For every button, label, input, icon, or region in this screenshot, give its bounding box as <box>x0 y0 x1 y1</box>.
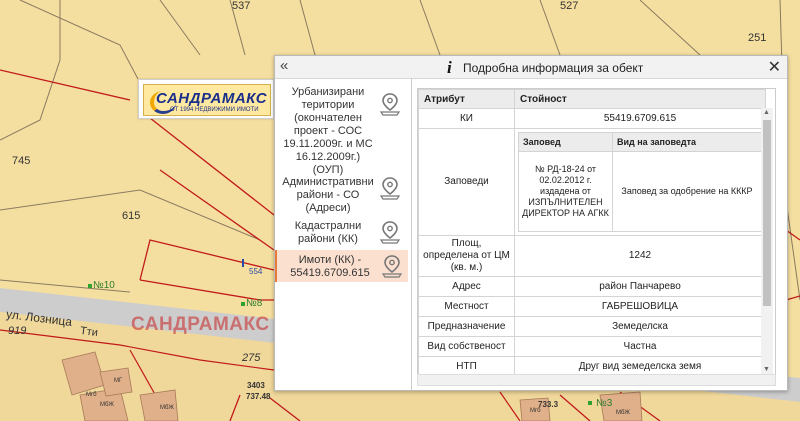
parcel-label: 554 <box>249 267 263 276</box>
panel-header: « i Подробна информация за обект ✕ <box>275 56 787 79</box>
attribute-value: 1242 <box>514 235 766 277</box>
column-header: Вид на заповедта <box>612 132 762 152</box>
layer-item-admin-districts[interactable]: Административни райони - СО (Адреси) <box>275 174 406 214</box>
attribute-name: Местност <box>418 296 515 317</box>
object-info-panel: « i Подробна информация за обект ✕ Урбан… <box>274 55 788 391</box>
scroll-thumb[interactable] <box>763 120 771 306</box>
table-row: Площ, определена от ЦМ (кв. м.) 1242 <box>418 235 766 277</box>
table-row: Местност ГАБРЕШОВИЦА <box>418 296 766 317</box>
table-row: Заповеди Заповед Вид на заповедта № РД-1… <box>418 128 766 236</box>
attribute-value: ГАБРЕШОВИЦА <box>514 296 766 317</box>
vertical-scrollbar[interactable]: ▲ ▼ <box>761 108 773 374</box>
column-header: Стойност <box>514 89 766 109</box>
parcel-number-label: №10 <box>93 280 115 291</box>
orders-row: № РД-18-24 от 02.02.2012 г. издадена от … <box>518 151 762 232</box>
map-pin-icon[interactable] <box>379 92 403 116</box>
logo-tagline: ОТ 1994 НЕДВИЖИМИ ИМОТИ <box>170 107 259 113</box>
company-logo[interactable]: САНДРАМАКС ОТ 1994 НЕДВИЖИМИ ИМОТИ <box>138 79 274 119</box>
building-label: МбЖ <box>616 410 630 416</box>
map-pin-icon[interactable] <box>379 176 403 200</box>
table-row: Предназначение Земеделска <box>418 316 766 337</box>
parcel-label: 745 <box>12 155 31 167</box>
map-pin-icon[interactable] <box>379 220 403 244</box>
layer-item-cadastral-districts[interactable]: Кадастрални райони (КК) <box>275 218 406 248</box>
building-label: МГ <box>114 378 123 384</box>
parcel-label: 919 <box>8 325 27 337</box>
orders-table: Заповед Вид на заповедта № РД-18-24 от 0… <box>518 132 762 232</box>
attribute-value: Частна <box>514 336 766 357</box>
elevation-label: 737.48 <box>246 392 271 401</box>
parcel-number-label: №8 <box>246 298 263 309</box>
attribute-table: Атрибут Стойност КИ 55419.6709.615 Запов… <box>418 89 766 375</box>
table-row: Адрес район Панчарево <box>418 276 766 297</box>
table-header-row: Атрибут Стойност <box>418 89 766 109</box>
order-type: Заповед за одобрение на КККР <box>612 151 762 232</box>
elevation-label: 3403 <box>247 381 265 390</box>
attribute-name: Адрес <box>418 276 515 297</box>
street-suffix-label: Тти <box>79 324 99 340</box>
layer-list: Урбанизирани територии (окончателен прое… <box>275 78 408 390</box>
horizontal-scrollbar[interactable] <box>417 374 776 386</box>
table-row: КИ 55419.6709.615 <box>418 108 766 129</box>
building-label: Мгб <box>86 392 97 398</box>
attribute-name: КИ <box>418 108 515 129</box>
scroll-up-icon[interactable]: ▲ <box>763 109 770 116</box>
panel-divider <box>411 78 412 390</box>
building-label: МбЖ <box>160 405 174 411</box>
attribute-name: Вид собственост <box>418 336 515 357</box>
map-pin-icon[interactable] <box>381 254 405 278</box>
attribute-value: 55419.6709.615 <box>514 108 766 129</box>
parcel-label: 527 <box>560 0 579 12</box>
elevation-label: 733.3 <box>538 400 559 409</box>
parcel-label: 615 <box>122 210 141 222</box>
attribute-table-container[interactable]: Атрибут Стойност КИ 55419.6709.615 Запов… <box>417 88 776 376</box>
parcel-number-label: №3 <box>596 398 613 409</box>
panel-title: Подробна информация за обект <box>463 61 644 75</box>
layer-item-label: Имоти (КК) - 55419.6709.615 <box>290 254 370 279</box>
layer-item-label: Административни райони - СО (Адреси) <box>282 176 374 214</box>
parcel-label: 537 <box>232 0 251 12</box>
layer-item-label: Урбанизирани територии (окончателен прое… <box>283 86 373 176</box>
attribute-value: район Панчарево <box>514 276 766 297</box>
scroll-down-icon[interactable]: ▼ <box>763 366 770 373</box>
building-label: МбЖ <box>100 402 114 408</box>
orders-header-row: Заповед Вид на заповедта <box>518 132 762 152</box>
parcel-label: 275 <box>242 352 261 364</box>
attribute-name: Площ, определена от ЦМ (кв. м.) <box>418 235 515 277</box>
building-label: Мгб <box>530 408 541 414</box>
collapse-button[interactable]: « <box>280 58 288 74</box>
attribute-value: Земеделска <box>514 316 766 337</box>
layer-item-properties[interactable]: Имоти (КК) - 55419.6709.615 <box>275 250 408 282</box>
attribute-name: Предназначение <box>418 316 515 337</box>
close-button[interactable]: ✕ <box>768 57 781 77</box>
layer-item-urbanized[interactable]: Урбанизирани територии (окончателен прое… <box>275 84 406 176</box>
attribute-name: Заповеди <box>418 128 515 236</box>
order-number: № РД-18-24 от 02.02.2012 г. издадена от … <box>518 151 613 232</box>
info-icon: i <box>447 58 452 77</box>
attribute-value: Заповед Вид на заповедта № РД-18-24 от 0… <box>514 128 766 236</box>
logo-word: САНДРАМАКС <box>156 90 268 107</box>
column-header: Атрибут <box>418 89 515 109</box>
layer-item-label: Кадастрални райони (КК) <box>294 220 362 245</box>
table-row: Вид собственост Частна <box>418 336 766 357</box>
parcel-label: 251 <box>748 32 767 44</box>
column-header: Заповед <box>518 132 613 152</box>
